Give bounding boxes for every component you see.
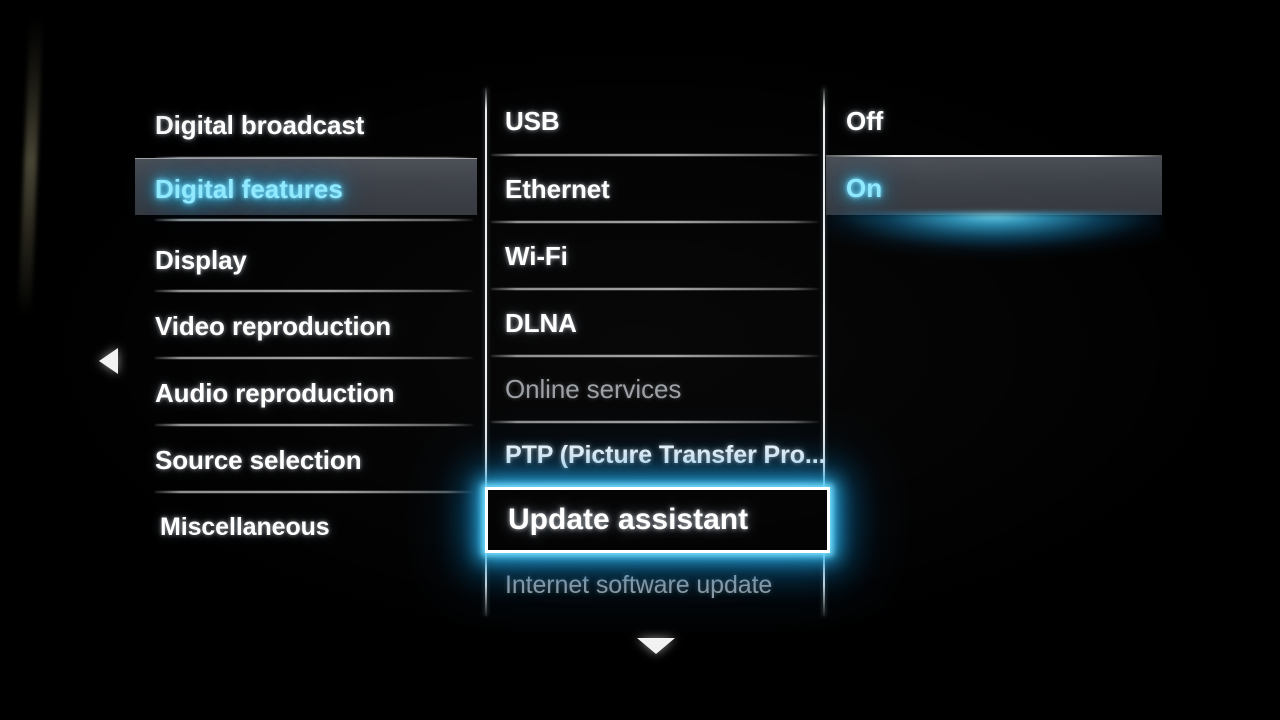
category-row-video-reproduction[interactable]: Video reproduction <box>155 303 475 349</box>
feature-row-dlna[interactable]: DLNA <box>505 300 825 346</box>
arrow-left-icon[interactable] <box>99 348 118 374</box>
category-separator <box>155 219 473 221</box>
category-separator <box>155 290 473 292</box>
feature-row-internet-software-update[interactable]: Internet software update <box>505 562 835 608</box>
category-separator <box>155 357 473 359</box>
feature-label: Wi-Fi <box>505 240 568 271</box>
feature-row-wifi[interactable]: Wi-Fi <box>505 233 825 279</box>
category-row-display[interactable]: Display <box>155 237 475 283</box>
value-label-selected: On <box>846 173 883 203</box>
category-label: Miscellaneous <box>160 512 330 541</box>
category-label: Source selection <box>155 444 362 475</box>
category-separator <box>155 424 473 426</box>
feature-separator <box>491 421 819 423</box>
feature-label: DLNA <box>505 307 577 338</box>
category-row-audio-reproduction[interactable]: Audio reproduction <box>155 370 475 416</box>
value-highlight-topline <box>826 155 1162 157</box>
feature-row-update-assistant-focused[interactable]: Update assistant <box>485 487 830 553</box>
feature-label: USB <box>505 105 560 136</box>
feature-label: Internet software update <box>505 570 773 599</box>
feature-label: Ethernet <box>505 173 610 204</box>
feature-label: Online services <box>505 373 682 404</box>
feature-separator <box>491 288 819 290</box>
category-label: Digital broadcast <box>155 109 365 140</box>
category-row-miscellaneous[interactable]: Miscellaneous <box>160 504 480 550</box>
category-label-selected: Digital features <box>155 174 343 204</box>
update-assistant-values-column[interactable]: Off <box>823 0 1280 720</box>
category-row-source-selection[interactable]: Source selection <box>155 437 475 483</box>
feature-label: PTP (Picture Transfer Pro... <box>505 440 826 469</box>
feature-label-focused: Update assistant <box>508 503 749 536</box>
category-label: Display <box>155 244 247 275</box>
value-label: Off <box>846 105 884 136</box>
digital-features-column[interactable]: USB Ethernet Wi-Fi DLNA Online services … <box>485 0 826 720</box>
feature-separator <box>491 221 819 223</box>
value-highlight-underglow <box>826 213 1162 259</box>
category-row-digital-broadcast[interactable]: Digital broadcast <box>155 100 475 150</box>
tv-settings-screen: Digital broadcast Digital features Displ… <box>0 0 1280 720</box>
feature-separator <box>491 154 819 156</box>
category-label: Video reproduction <box>155 310 392 341</box>
category-label: Audio reproduction <box>155 377 395 408</box>
arrow-down-icon[interactable] <box>637 638 675 654</box>
feature-row-online-services[interactable]: Online services <box>505 366 825 412</box>
feature-row-usb[interactable]: USB <box>505 98 825 144</box>
feature-separator <box>491 355 819 357</box>
feature-row-ethernet[interactable]: Ethernet <box>505 166 825 212</box>
categories-column[interactable]: Digital broadcast Digital features Displ… <box>0 0 485 720</box>
category-separator <box>155 491 473 493</box>
feature-row-ptp[interactable]: PTP (Picture Transfer Pro... <box>505 432 835 478</box>
value-row-off[interactable]: Off <box>846 98 1176 144</box>
